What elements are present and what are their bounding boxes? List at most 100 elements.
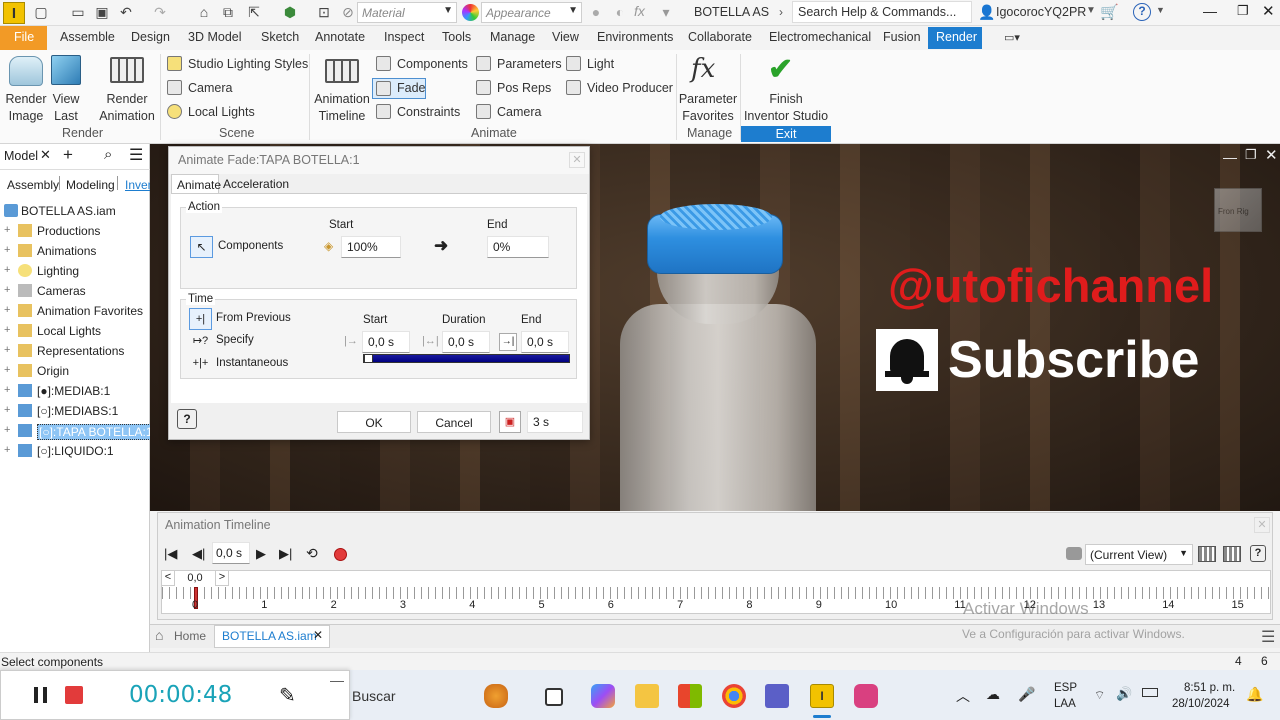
tab-view[interactable]: View [552, 30, 579, 44]
play-icon[interactable]: ▶ [256, 546, 266, 562]
tree-item[interactable]: + Animations [0, 241, 150, 261]
tree-item[interactable]: + [○]:LIQUIDO:1 [0, 441, 150, 461]
widgets-icon[interactable] [484, 684, 508, 708]
local-lights-button[interactable]: Local Lights [188, 104, 255, 121]
animate-camera-button[interactable]: Camera [497, 104, 541, 121]
tree-item[interactable]: + Animation Favorites [0, 301, 150, 321]
expand-icon[interactable]: + [4, 324, 10, 336]
more-icon[interactable]: ▾ [658, 4, 674, 20]
measure-icon[interactable]: ⊡ [316, 4, 332, 20]
expand-icon[interactable]: + [4, 404, 10, 416]
cancel-button[interactable]: Cancel [417, 411, 491, 433]
inventor-logo-icon[interactable]: I [3, 2, 25, 24]
total-time-field[interactable]: 3 s [527, 411, 583, 433]
teams-icon[interactable] [765, 684, 789, 708]
tree-item[interactable]: + [●]:MEDIAB:1 [0, 381, 150, 401]
components-anim-button[interactable]: Components [397, 56, 468, 73]
tab-annotate[interactable]: Annotate [315, 30, 365, 44]
expand-icon[interactable]: + [4, 224, 10, 236]
instantaneous-icon[interactable]: +|+ [189, 353, 212, 375]
save-icon[interactable]: ▣ [94, 4, 110, 20]
tab-animate[interactable]: Animate [171, 174, 221, 194]
help-icon[interactable]: ? [177, 409, 197, 429]
scroll-next-button[interactable]: > [215, 570, 229, 586]
tab-electromechanical[interactable]: Electromechanical [769, 30, 871, 44]
search-icon[interactable]: ⌕ [104, 146, 112, 163]
reverse-icon[interactable]: ◀| [192, 546, 205, 562]
tab-environments[interactable]: Environments [597, 30, 673, 44]
loop-icon[interactable]: ⟲ [306, 545, 318, 562]
parameter-favorites-button[interactable]: Parameter Favorites [678, 91, 738, 125]
redo-icon[interactable]: ↷ [152, 4, 168, 20]
expand-icon[interactable]: + [4, 344, 10, 356]
expand-icon[interactable]: + [4, 284, 10, 296]
menu-icon[interactable]: ☰ [129, 145, 143, 165]
chevron-down-icon[interactable]: ▼ [1156, 5, 1165, 15]
home-icon[interactable]: ⌂ [155, 627, 163, 643]
minimize-icon[interactable]: — [1203, 3, 1217, 19]
tree-root[interactable]: BOTELLA AS.iam [0, 201, 150, 221]
undo-icon[interactable]: ↶ [118, 4, 134, 20]
update-icon[interactable]: ⬢ [282, 4, 298, 20]
pen-icon[interactable]: ✎ [279, 683, 296, 708]
fade-button[interactable]: Fade [397, 80, 426, 97]
tree-item[interactable]: + Origin [0, 361, 150, 381]
help-icon[interactable]: ? [1133, 3, 1151, 21]
pos-reps-button[interactable]: Pos Reps [497, 80, 551, 97]
view-modeling[interactable]: Modeling [66, 178, 115, 192]
expand-icon[interactable]: + [4, 304, 10, 316]
expand-icon[interactable]: + [4, 444, 10, 456]
specify-icon[interactable]: ↦? [189, 331, 212, 353]
lang-secondary[interactable]: LAA [1054, 698, 1076, 710]
tab-3d-model[interactable]: 3D Model [188, 30, 242, 44]
adjust-icon[interactable]: ◐ [612, 4, 628, 20]
current-time-field[interactable]: 0,0 s [212, 542, 250, 564]
tab-render[interactable]: Render [928, 27, 982, 49]
microphone-icon[interactable]: 🎤 [1018, 686, 1035, 703]
chevron-down-icon[interactable]: ▼ [1086, 5, 1096, 16]
scroll-prev-button[interactable]: < [161, 570, 175, 586]
time-end-field[interactable]: 0,0 s [521, 331, 569, 353]
tab-document[interactable]: BOTELLA AS.iam [222, 629, 317, 643]
close-icon[interactable]: ✕ [313, 628, 323, 642]
expand-icon[interactable]: + [4, 244, 10, 256]
minimize-icon[interactable]: — [330, 672, 344, 688]
end-time-icon[interactable]: →| [499, 333, 517, 351]
material-select[interactable]: Material ▼ [357, 2, 457, 23]
view-cube[interactable]: Fron Rig [1214, 188, 1262, 232]
file-explorer-icon[interactable] [635, 684, 659, 708]
help-search-input[interactable]: Search Help & Commands... [792, 1, 972, 23]
home-icon[interactable]: ⌂ [196, 4, 212, 20]
lang-primary[interactable]: ESP [1054, 682, 1077, 694]
copy-icon[interactable]: ⧉ [220, 4, 236, 20]
select-icon[interactable]: ⇱ [246, 4, 262, 20]
clear-appearance-icon[interactable]: ● [588, 4, 604, 20]
expand-icon[interactable]: + [4, 384, 10, 396]
tab-manage[interactable]: Manage [490, 30, 535, 44]
parameters-button[interactable]: Parameters [497, 56, 562, 73]
tree-item[interactable]: + Lighting [0, 261, 150, 281]
restore-icon[interactable]: ❐ [1237, 3, 1249, 19]
inventor-taskbar-icon[interactable]: I [810, 684, 834, 708]
video-producer-button[interactable]: Video Producer [587, 80, 673, 97]
recorder-app-icon[interactable] [854, 684, 878, 708]
close-icon[interactable]: ✕ [1254, 517, 1270, 533]
from-previous-icon[interactable]: +| [189, 308, 212, 330]
tab-inspect[interactable]: Inspect [384, 30, 424, 44]
tree-item[interactable]: + [○]:TAPA BOTELLA:1 [0, 421, 155, 441]
task-view-icon[interactable] [545, 688, 563, 706]
go-to-start-icon[interactable]: |◀ [164, 546, 177, 562]
tab-model[interactable]: Model [4, 149, 38, 163]
time-range-bar[interactable] [363, 354, 570, 363]
taskbar-search[interactable]: Buscar [352, 688, 396, 704]
tree-item[interactable]: + Productions [0, 221, 150, 241]
tab-sketch[interactable]: Sketch [261, 30, 299, 44]
duration-field[interactable]: 0,0 s [442, 331, 490, 353]
fx-icon[interactable]: fx [634, 3, 645, 19]
animation-timeline-button[interactable]: Animation Timeline [313, 91, 371, 125]
user-name[interactable]: IgocorocYQ2PR [996, 5, 1086, 19]
tab-collaborate[interactable]: Collaborate [688, 30, 752, 44]
expand-icon[interactable]: + [4, 264, 10, 276]
constraints-button[interactable]: Constraints [397, 104, 460, 121]
help-icon[interactable]: ? [1250, 545, 1266, 562]
